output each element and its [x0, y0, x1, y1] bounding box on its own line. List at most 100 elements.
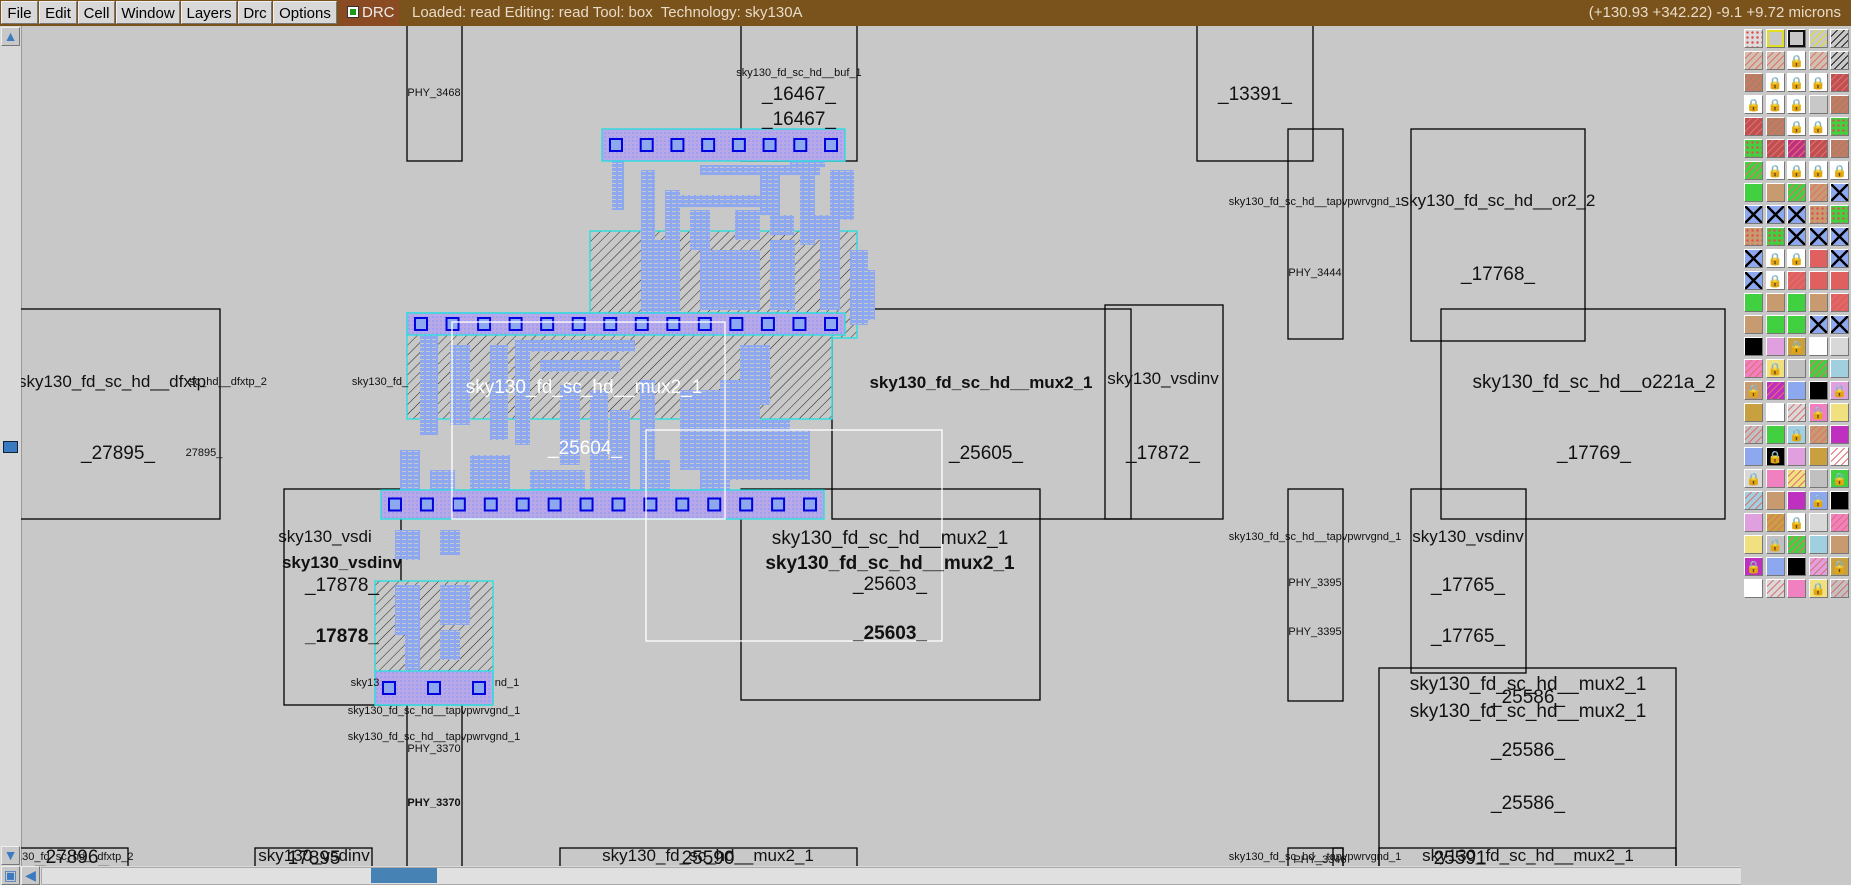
- drc-toggle[interactable]: DRC: [339, 0, 399, 26]
- hatched-layer-icon[interactable]: [1830, 513, 1849, 532]
- contact-cross-icon[interactable]: [1744, 205, 1763, 224]
- contact-cross-icon[interactable]: [1765, 205, 1785, 224]
- contact-cross-icon[interactable]: [1744, 271, 1763, 290]
- zoom-box-icon[interactable]: ▣: [1, 866, 20, 885]
- hatched-layer-icon[interactable]: [1765, 381, 1785, 400]
- arrow-down-icon[interactable]: ▼: [1, 846, 20, 865]
- lock-icon[interactable]: 🔒: [1830, 557, 1849, 576]
- contact-cross-icon[interactable]: [1808, 227, 1828, 246]
- dotted-layer-icon[interactable]: [1744, 227, 1763, 246]
- solid-layer-icon[interactable]: [1830, 425, 1849, 444]
- solid-layer-icon[interactable]: [1830, 337, 1849, 356]
- hatched-layer-icon[interactable]: [1830, 95, 1849, 114]
- hatched-layer-icon[interactable]: [1744, 117, 1763, 136]
- solid-layer-icon[interactable]: [1830, 359, 1849, 378]
- dotted-layer-icon[interactable]: [1744, 29, 1763, 48]
- vertical-scrollbar[interactable]: ▲ ▼: [0, 26, 22, 866]
- lock-icon[interactable]: 🔒: [1765, 73, 1785, 92]
- hatched-layer-icon[interactable]: [1765, 139, 1785, 158]
- hatched-layer-icon[interactable]: [1744, 73, 1763, 92]
- lock-icon[interactable]: 🔒: [1830, 161, 1849, 180]
- solid-layer-icon[interactable]: [1765, 425, 1785, 444]
- hatched-layer-icon[interactable]: [1787, 271, 1806, 290]
- lock-icon[interactable]: 🔒: [1765, 535, 1785, 554]
- solid-layer-icon[interactable]: [1830, 535, 1849, 554]
- hatched-layer-icon[interactable]: [1744, 491, 1763, 510]
- solid-layer-icon[interactable]: [1787, 293, 1806, 312]
- lock-icon[interactable]: 🔒: [1765, 161, 1785, 180]
- scroll-track[interactable]: [41, 867, 1743, 885]
- layer-icon[interactable]: [1830, 51, 1849, 70]
- dotted-layer-icon[interactable]: [1765, 227, 1785, 246]
- solid-layer-icon[interactable]: [1830, 403, 1849, 422]
- solid-layer-icon[interactable]: [1744, 337, 1763, 356]
- hatched-layer-icon[interactable]: [1787, 139, 1806, 158]
- hatched-layer-icon[interactable]: [1765, 579, 1785, 598]
- layer-palette[interactable]: 🔒 🔒 🔒 🔒 🔒 🔒 🔒 🔒 🔒 🔒 🔒 🔒 🔒 🔒 🔒 🔒 🔒 🔒 🔒 🔒 🔒 🔒 🔒 🔒 🔒 🔒 🔒 🔒 🔒 🔒 🔒: [1741, 26, 1851, 885]
- hatched-layer-icon[interactable]: [1787, 469, 1806, 488]
- solid-layer-icon[interactable]: [1808, 469, 1828, 488]
- arrow-up-icon[interactable]: ▲: [1, 27, 20, 46]
- dotted-layer-icon[interactable]: [1744, 139, 1763, 158]
- layout-canvas[interactable]: PHY_3468 sky130_fd_sc_hd__buf_1 _16467_ …: [21, 26, 1741, 866]
- lock-icon[interactable]: 🔒: [1787, 161, 1806, 180]
- lock-icon[interactable]: 🔒: [1808, 73, 1828, 92]
- lock-icon[interactable]: 🔒: [1787, 249, 1806, 268]
- menu-drc[interactable]: Drc: [238, 1, 272, 24]
- solid-layer-icon[interactable]: [1808, 513, 1828, 532]
- lock-icon[interactable]: 🔒: [1765, 359, 1785, 378]
- solid-layer-icon[interactable]: [1765, 315, 1785, 334]
- lock-icon[interactable]: 🔒: [1808, 579, 1828, 598]
- contact-cross-icon[interactable]: [1744, 249, 1763, 268]
- solid-layer-icon[interactable]: [1765, 337, 1785, 356]
- lock-icon[interactable]: 🔒: [1830, 381, 1849, 400]
- menu-file[interactable]: File: [1, 1, 38, 24]
- solid-layer-icon[interactable]: [1808, 95, 1828, 114]
- hatched-layer-icon[interactable]: [1765, 51, 1785, 70]
- solid-layer-icon[interactable]: [1765, 293, 1785, 312]
- hatched-layer-icon[interactable]: [1744, 161, 1763, 180]
- menu-cell[interactable]: Cell: [78, 1, 115, 24]
- hatched-layer-icon[interactable]: [1765, 117, 1785, 136]
- hatched-layer-icon[interactable]: [1744, 425, 1763, 444]
- lock-icon[interactable]: 🔒: [1787, 337, 1806, 356]
- dotted-layer-icon[interactable]: [1830, 117, 1849, 136]
- solid-layer-icon[interactable]: [1787, 447, 1806, 466]
- layer-icon[interactable]: [1808, 29, 1828, 48]
- solid-layer-icon[interactable]: [1808, 271, 1828, 290]
- solid-layer-icon[interactable]: [1765, 557, 1785, 576]
- layer-icon[interactable]: [1830, 29, 1849, 48]
- solid-layer-icon[interactable]: [1830, 271, 1849, 290]
- lock-icon[interactable]: 🔒: [1830, 469, 1849, 488]
- menu-layers[interactable]: Layers: [181, 1, 237, 24]
- hatched-layer-icon[interactable]: [1830, 293, 1849, 312]
- contact-cross-icon[interactable]: [1787, 227, 1806, 246]
- checkbox-icon[interactable]: [347, 6, 359, 18]
- solid-layer-icon[interactable]: [1808, 337, 1828, 356]
- lock-icon[interactable]: 🔒: [1744, 469, 1763, 488]
- solid-layer-icon[interactable]: [1744, 447, 1763, 466]
- scroll-thumb[interactable]: [3, 441, 18, 453]
- solid-layer-icon[interactable]: [1744, 183, 1763, 202]
- solid-layer-icon[interactable]: [1744, 579, 1763, 598]
- lock-icon[interactable]: 🔒: [1787, 425, 1806, 444]
- solid-layer-icon[interactable]: [1744, 315, 1763, 334]
- hatched-layer-icon[interactable]: [1808, 183, 1828, 202]
- solid-layer-icon[interactable]: [1744, 513, 1763, 532]
- solid-layer-icon[interactable]: [1787, 315, 1806, 334]
- hatched-layer-icon[interactable]: [1808, 425, 1828, 444]
- lock-icon[interactable]: 🔒: [1808, 403, 1828, 422]
- hatched-layer-icon[interactable]: [1808, 139, 1828, 158]
- contact-cross-icon[interactable]: [1830, 183, 1849, 202]
- solid-layer-icon[interactable]: [1765, 183, 1785, 202]
- lock-icon[interactable]: 🔒: [1787, 73, 1806, 92]
- solid-layer-icon[interactable]: [1765, 403, 1785, 422]
- lock-icon[interactable]: 🔒: [1744, 381, 1763, 400]
- hatched-layer-icon[interactable]: [1808, 51, 1828, 70]
- contact-cross-icon[interactable]: [1787, 205, 1806, 224]
- solid-layer-icon[interactable]: [1808, 293, 1828, 312]
- hatched-layer-icon[interactable]: [1787, 535, 1806, 554]
- solid-layer-icon[interactable]: [1765, 469, 1785, 488]
- menu-edit[interactable]: Edit: [39, 1, 77, 24]
- lock-icon[interactable]: 🔒: [1765, 249, 1785, 268]
